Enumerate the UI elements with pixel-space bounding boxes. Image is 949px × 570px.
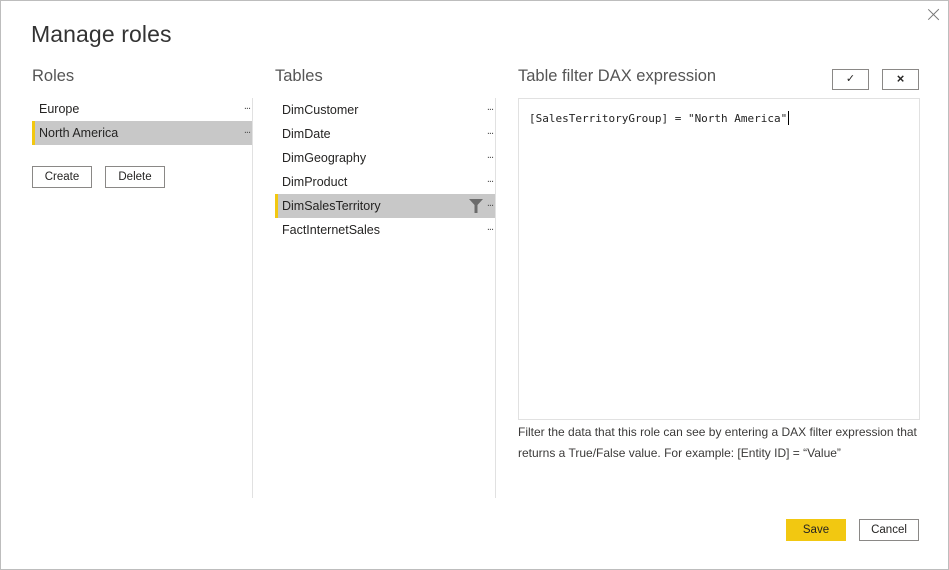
more-options-icon[interactable]: ... bbox=[487, 191, 494, 215]
role-label: North America bbox=[39, 126, 119, 140]
more-options-icon[interactable]: ... bbox=[487, 215, 494, 239]
more-options-icon[interactable]: ... bbox=[487, 143, 494, 167]
table-label: DimDate bbox=[282, 127, 331, 141]
table-item-factinternetsales[interactable]: FactInternetSales ... bbox=[275, 218, 495, 242]
role-item-north-america[interactable]: North America ... bbox=[32, 121, 252, 145]
roles-header: Roles bbox=[32, 67, 75, 85]
dax-header: Table filter DAX expression bbox=[518, 67, 717, 85]
tables-header: Tables bbox=[275, 67, 323, 85]
table-item-dimgeography[interactable]: DimGeography ... bbox=[275, 146, 495, 170]
confirm-expression-button[interactable]: ✓ bbox=[832, 69, 869, 90]
manage-roles-dialog: Manage roles Roles Europe ... North Amer… bbox=[0, 0, 949, 570]
table-item-dimdate[interactable]: DimDate ... bbox=[275, 122, 495, 146]
create-role-button[interactable]: Create bbox=[32, 166, 92, 188]
table-label: FactInternetSales bbox=[282, 223, 380, 237]
more-options-icon[interactable]: ... bbox=[487, 119, 494, 143]
table-label: DimGeography bbox=[282, 151, 367, 165]
role-label: Europe bbox=[39, 102, 80, 116]
table-item-dimcustomer[interactable]: DimCustomer ... bbox=[275, 98, 495, 122]
table-item-dimproduct[interactable]: DimProduct ... bbox=[275, 170, 495, 194]
more-options-icon[interactable]: ... bbox=[244, 94, 251, 118]
table-label: DimSalesTerritory bbox=[282, 199, 381, 213]
table-item-dimsalesterritory[interactable]: DimSalesTerritory ... bbox=[275, 194, 495, 218]
close-icon: × bbox=[896, 71, 905, 86]
checkmark-icon: ✓ bbox=[845, 73, 856, 85]
more-options-icon[interactable]: ... bbox=[487, 167, 494, 191]
roles-list: Europe ... North America ... bbox=[32, 97, 252, 145]
more-options-icon[interactable]: ... bbox=[244, 118, 251, 142]
cancel-expression-button[interactable]: × bbox=[882, 69, 919, 90]
filter-icon bbox=[469, 199, 483, 213]
column-divider bbox=[495, 98, 496, 498]
close-icon[interactable] bbox=[925, 6, 943, 24]
column-divider bbox=[252, 98, 253, 498]
more-options-icon[interactable]: ... bbox=[487, 95, 494, 119]
text-caret bbox=[788, 111, 790, 125]
save-button[interactable]: Save bbox=[786, 519, 846, 541]
cancel-button[interactable]: Cancel bbox=[859, 519, 919, 541]
dax-expression-text: [SalesTerritoryGroup] = "North America" bbox=[529, 112, 788, 125]
tables-list: DimCustomer ... DimDate ... DimGeography… bbox=[275, 98, 495, 242]
delete-role-button[interactable]: Delete bbox=[105, 166, 165, 188]
dax-hint-text: Filter the data that this role can see b… bbox=[518, 425, 917, 460]
dax-expression-editor[interactable]: [SalesTerritoryGroup] = "North America" bbox=[518, 98, 920, 420]
dialog-title: Manage roles bbox=[31, 21, 172, 47]
table-label: DimCustomer bbox=[282, 103, 359, 117]
role-item-europe[interactable]: Europe ... bbox=[32, 97, 252, 121]
table-label: DimProduct bbox=[282, 175, 348, 189]
